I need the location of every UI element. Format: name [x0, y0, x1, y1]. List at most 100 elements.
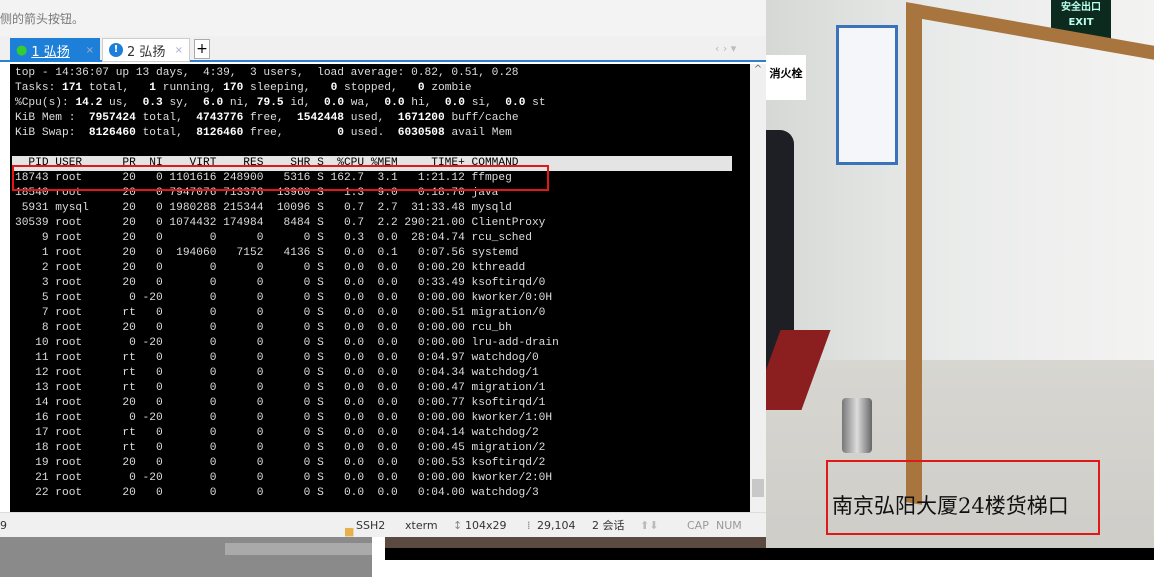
summary-segment: 8126460	[196, 127, 244, 139]
table-row: 3 root 20 0 0 0 0 S 0.0 0.0 0:33.49 ksof…	[15, 277, 546, 289]
summary-line: KiB Swap: 8126460 total, 8126460 free, 0…	[15, 126, 750, 141]
video-caption: 南京弘阳大厦24楼货梯口	[832, 494, 1069, 518]
summary-line: top - 14:36:07 up 13 days, 4:39, 3 users…	[15, 66, 750, 81]
summary-segment: 0	[417, 82, 425, 94]
summary-segment: 1671200	[397, 112, 445, 124]
resize-icon: ↕	[453, 518, 463, 532]
summary-line: Tasks: 171 total, 1 running, 170 sleepin…	[15, 81, 750, 96]
hint-text: 侧的箭头按钮。	[0, 0, 766, 38]
summary-segment: 79.5	[256, 97, 284, 109]
table-row: 11 root rt 0 0 0 0 S 0.0 0.0 0:04.97 wat…	[15, 352, 539, 364]
table-row: 13 root rt 0 0 0 0 S 0.0 0.0 0:00.47 mig…	[15, 382, 546, 394]
table-row: 14 root 20 0 0 0 0 S 0.0 0.0 0:00.77 kso…	[15, 397, 546, 409]
table-row: 5931 mysql 20 0 1980288 215344 10096 S 0…	[15, 202, 512, 214]
summary-segment: 170	[223, 82, 244, 94]
summary-segment: hi,	[404, 97, 445, 109]
close-icon[interactable]: ×	[86, 45, 94, 56]
hydrant-sign: 消火栓	[766, 55, 806, 100]
num-indicator: NUM	[716, 518, 742, 532]
table-row: 30539 root 20 0 1074432 174984 8484 S 0.…	[15, 217, 546, 229]
info-icon: !	[109, 43, 123, 57]
summary-segment: KiB Mem :	[15, 112, 89, 124]
close-icon[interactable]: ×	[175, 45, 183, 56]
summary-segment: si,	[465, 97, 506, 109]
scroll-up-icon[interactable]: ^	[750, 64, 766, 75]
background-scrollbar	[225, 543, 375, 555]
tab-label: 1 弘扬	[31, 44, 70, 60]
protocol: SSH2	[356, 518, 386, 532]
summary-segment: total,	[135, 112, 197, 124]
cursor-position: 29,104	[537, 518, 576, 532]
summary-segment: 6.0	[203, 97, 224, 109]
summary-segment: 0.0	[323, 97, 345, 109]
video-letterbox	[385, 548, 1154, 560]
wall-poster	[836, 25, 898, 165]
summary-segment: used.	[344, 127, 398, 139]
scroll-thumb[interactable]	[752, 479, 764, 497]
summary-segment: total,	[135, 127, 197, 139]
table-row: 9 root 20 0 0 0 0 S 0.3 0.0 28:04.74 rcu…	[15, 232, 532, 244]
tab-session-2[interactable]: ! 2 弘扬 ×	[102, 38, 190, 62]
process-table: PID USER PR NI VIRT RES SHR S %CPU %MEM …	[12, 156, 750, 501]
summary-segment: 0	[337, 127, 345, 139]
summary-segment: free,	[243, 112, 298, 124]
summary-segment: avail Mem	[444, 127, 512, 139]
summary-segment: st	[525, 97, 546, 109]
summary-segment: 14.2	[75, 97, 103, 109]
table-row: 10 root 0 -20 0 0 0 S 0.0 0.0 0:00.00 lr…	[15, 337, 559, 349]
table-row: 7 root rt 0 0 0 0 S 0.0 0.0 0:00.51 migr…	[15, 307, 546, 319]
connected-dot-icon: ●	[16, 42, 28, 58]
summary-segment: 0.0	[384, 97, 405, 109]
summary-segment: id,	[283, 97, 324, 109]
highlight-box	[12, 165, 549, 191]
summary-segment: 1542448	[297, 112, 345, 124]
table-row: 2 root 20 0 0 0 0 S 0.0 0.0 0:00.20 kthr…	[15, 262, 526, 274]
summary-segment: top - 14:36:07 up 13 days, 4:39, 3 users…	[15, 67, 519, 79]
table-row: 1 root 20 0 194060 7152 4136 S 0.0 0.1 0…	[15, 247, 519, 259]
summary-segment: free,	[243, 127, 338, 139]
summary-segment: 4743776	[196, 112, 244, 124]
summary-segment: 0.0	[505, 97, 526, 109]
table-row: 17 root rt 0 0 0 0 S 0.0 0.0 0:04.14 wat…	[15, 427, 539, 439]
summary-segment: stopped,	[337, 82, 418, 94]
session-tabs: ● 1 弘扬 × ! 2 弘扬 × + ‹ › ▾	[0, 36, 766, 62]
summary-segment: 171	[62, 82, 83, 94]
summary-segment: 1	[149, 82, 157, 94]
terminal-type: xterm	[405, 518, 438, 532]
tab-session-1[interactable]: ● 1 弘扬 ×	[10, 38, 100, 62]
table-row: 18 root rt 0 0 0 0 S 0.0 0.0 0:00.45 mig…	[15, 442, 546, 454]
table-row: 12 root rt 0 0 0 0 S 0.0 0.0 0:04.34 wat…	[15, 367, 539, 379]
terminal-output[interactable]: top - 14:36:07 up 13 days, 4:39, 3 users…	[10, 64, 750, 512]
session-count: 2 会话	[592, 519, 625, 532]
table-row: 22 root 20 0 0 0 0 S 0.0 0.0 0:04.00 wat…	[15, 487, 539, 499]
summary-segment: zombie	[424, 82, 472, 94]
summary-segment: sy,	[162, 97, 204, 109]
summary-segment: sleeping,	[243, 82, 331, 94]
new-tab-button[interactable]: +	[194, 39, 210, 59]
summary-segment: 0.0	[444, 97, 465, 109]
summary-segment: running,	[156, 82, 224, 94]
summary-line: KiB Mem : 7957424 total, 4743776 free, 1…	[15, 111, 750, 126]
trash-bin	[842, 398, 872, 453]
summary-segment: total,	[82, 82, 150, 94]
status-bar: 9 ■ SSH2 xterm ↕ 104x29 ⁞ 29,104 2 会话 ⬆⬇…	[0, 512, 766, 538]
summary-segment: 7957424	[88, 112, 136, 124]
summary-segment: 8126460	[88, 127, 136, 139]
transfer-arrows-icon: ⬆⬇	[640, 518, 659, 532]
summary-segment: used,	[344, 112, 398, 124]
summary-segment: 0.3	[142, 97, 163, 109]
summary-segment: 6030508	[397, 127, 445, 139]
summary-segment: Tasks:	[15, 82, 62, 94]
summary-segment: wa,	[344, 97, 385, 109]
status-left: 9	[0, 518, 7, 532]
terminal-scrollbar[interactable]: ^	[750, 64, 766, 512]
cursor-icon: ⁞	[527, 518, 531, 532]
caps-indicator: CAP	[687, 518, 709, 532]
summary-segment: KiB Swap:	[15, 127, 89, 139]
table-row: 5 root 0 -20 0 0 0 S 0.0 0.0 0:00.00 kwo…	[15, 292, 553, 304]
tab-scroll-buttons[interactable]: ‹ › ▾	[715, 42, 736, 55]
summary-segment: us,	[102, 97, 143, 109]
tab-label: 2 弘扬	[127, 44, 166, 60]
top-summary: top - 14:36:07 up 13 days, 4:39, 3 users…	[15, 66, 750, 141]
terminal-size: 104x29	[465, 518, 507, 532]
